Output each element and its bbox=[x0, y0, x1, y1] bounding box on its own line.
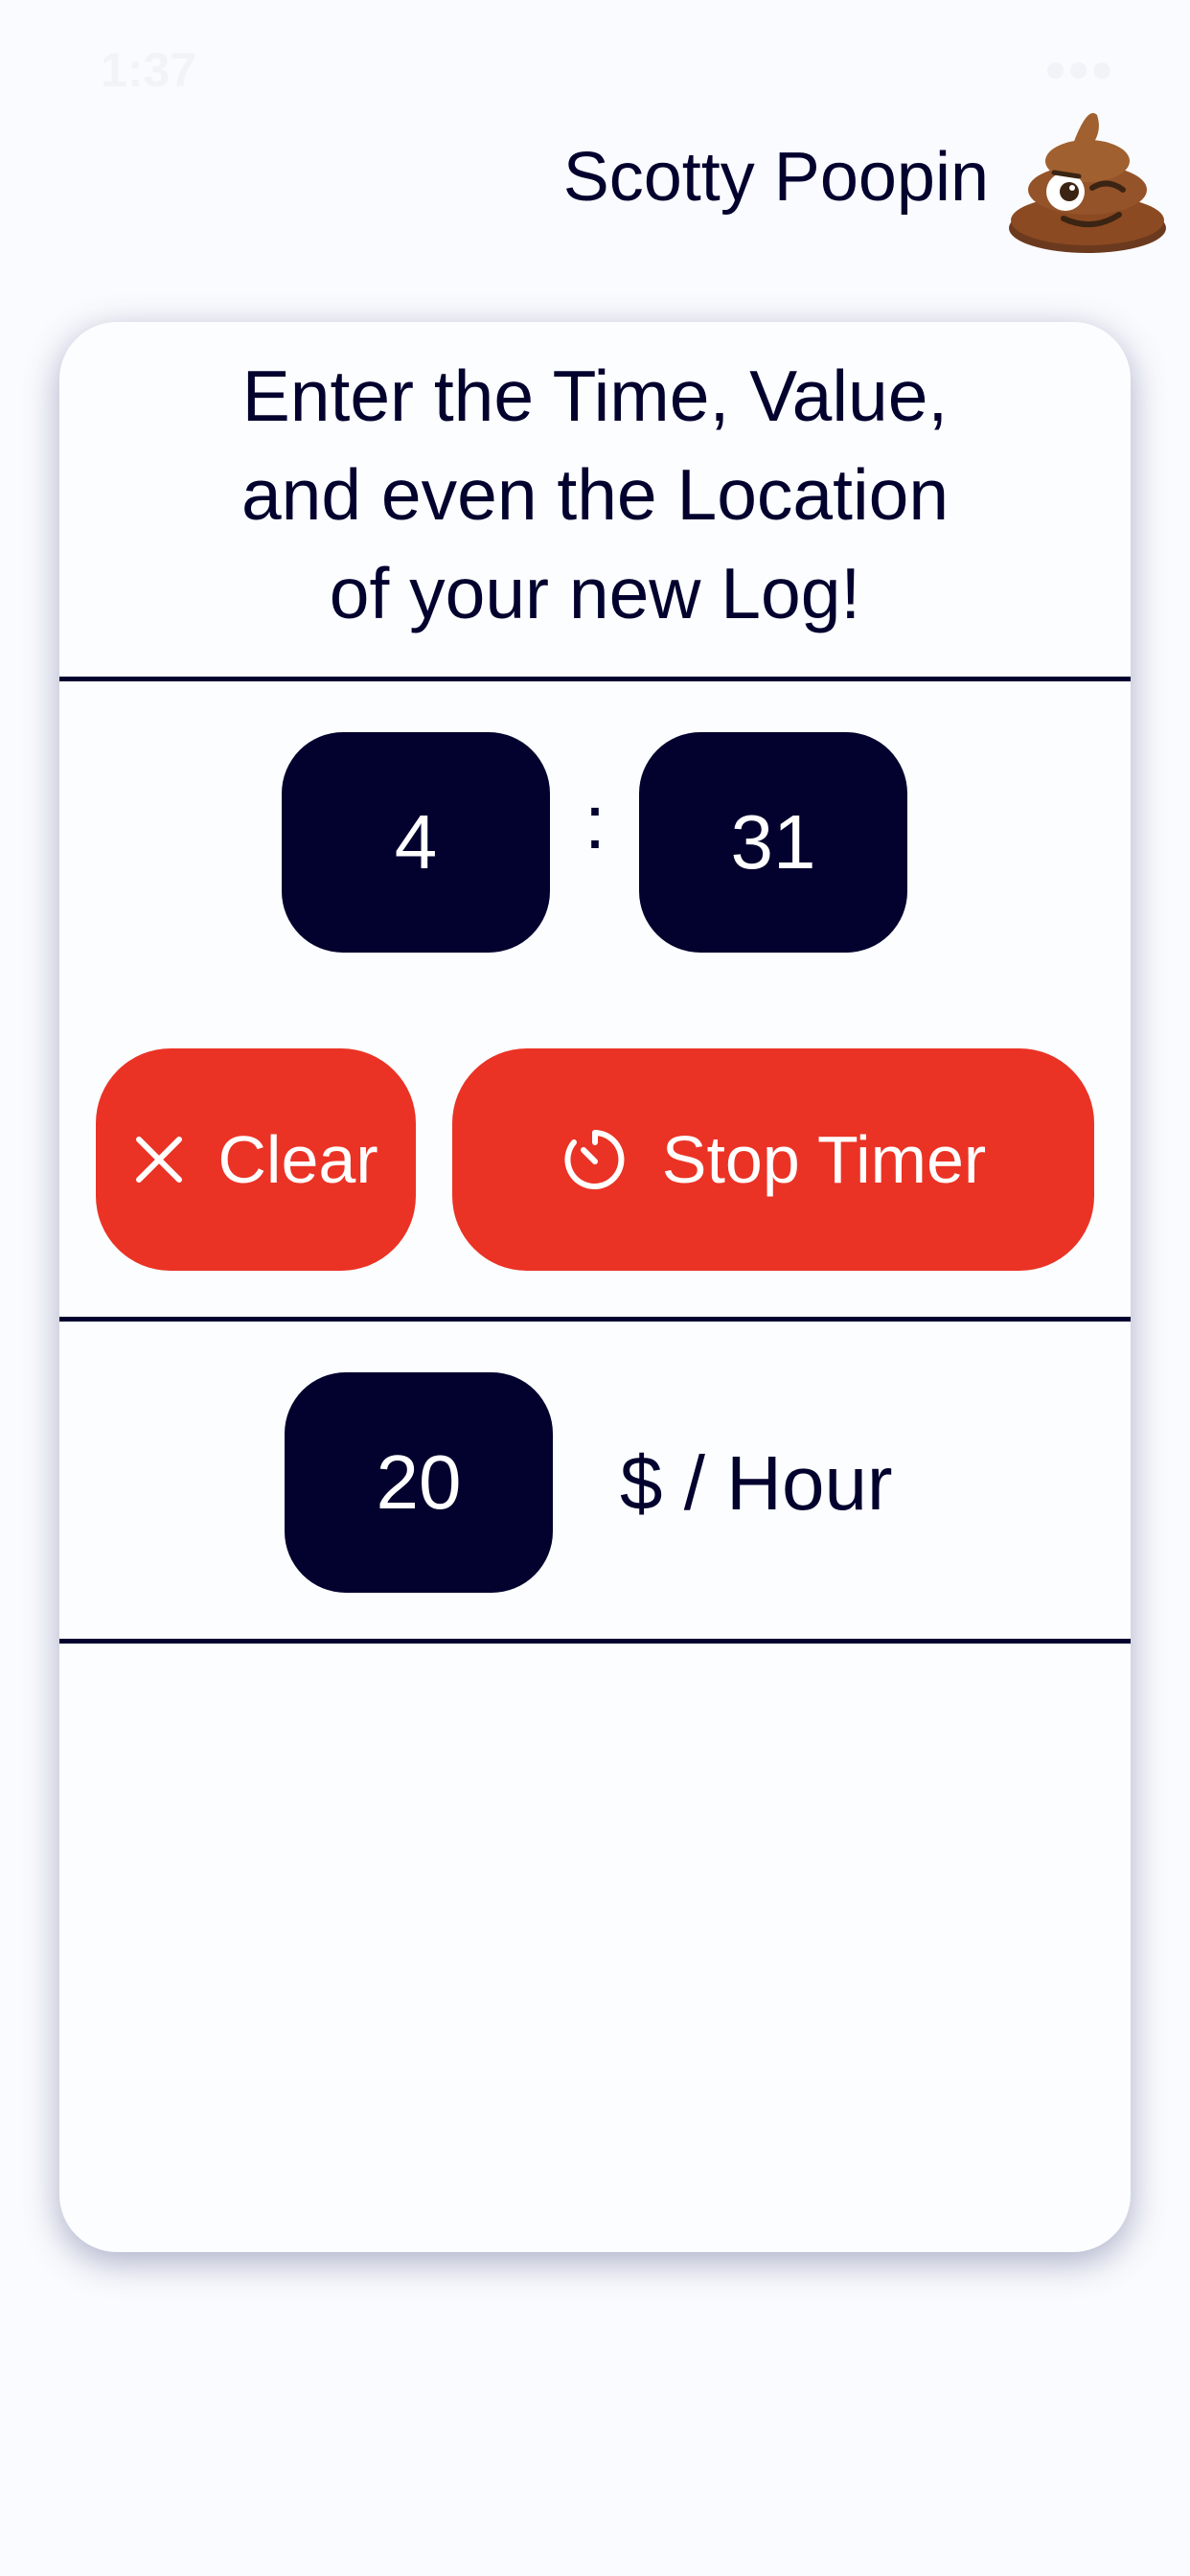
card-title-line: and even the Location bbox=[240, 454, 950, 535]
new-log-card: Enter the Time, Value, and even the Loca… bbox=[59, 322, 1131, 2252]
stop-timer-label: Stop Timer bbox=[661, 1122, 987, 1197]
card-title-line: Enter the Time, Value, bbox=[241, 356, 949, 436]
poop-emoji-icon[interactable] bbox=[1006, 96, 1169, 259]
minutes-field[interactable]: 4 bbox=[282, 732, 550, 953]
card-title: Enter the Time, Value, and even the Loca… bbox=[59, 347, 1131, 643]
divider bbox=[59, 677, 1131, 681]
status-icons: ●●● bbox=[1043, 48, 1113, 90]
timer-icon bbox=[561, 1125, 629, 1194]
card-title-line: of your new Log! bbox=[329, 553, 861, 633]
status-time: 1:37 bbox=[101, 43, 197, 97]
stop-timer-button[interactable]: Stop Timer bbox=[452, 1048, 1094, 1271]
clear-label: Clear bbox=[217, 1122, 378, 1197]
user-name: Scotty Poopin bbox=[562, 139, 989, 216]
close-x-icon bbox=[133, 1134, 185, 1185]
divider bbox=[59, 1317, 1131, 1322]
seconds-field[interactable]: 31 bbox=[639, 732, 907, 953]
clear-button[interactable]: Clear bbox=[96, 1048, 416, 1271]
time-separator: : bbox=[584, 779, 606, 864]
user-header: Scotty Poopin bbox=[563, 96, 1169, 259]
